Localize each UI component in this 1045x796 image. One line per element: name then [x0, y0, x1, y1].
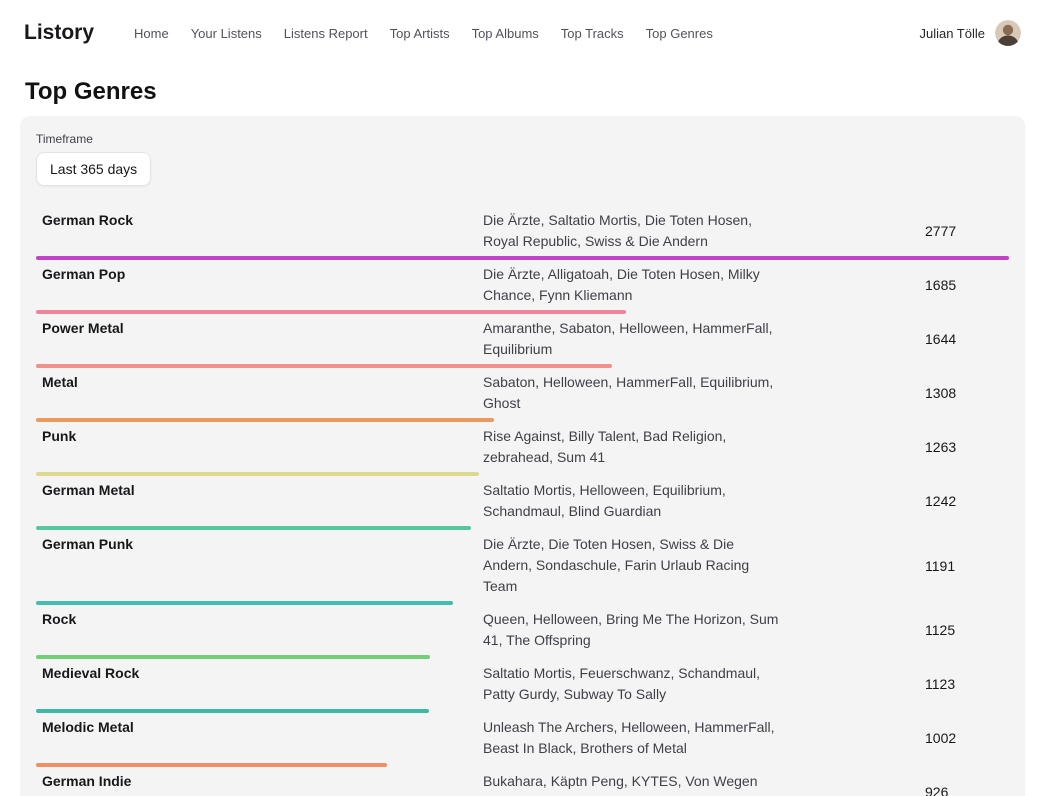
nav-link-top-albums[interactable]: Top Albums: [472, 26, 539, 41]
genre-bar: [36, 256, 1009, 260]
genre-artists: Die Ärzte, Saltatio Mortis, Die Toten Ho…: [483, 210, 783, 252]
genre-bar: [36, 472, 479, 476]
page-title: Top Genres: [25, 78, 1020, 106]
genre-name: Metal: [36, 372, 483, 393]
genre-row: German Indie Bukahara, Käptn Peng, KYTES…: [36, 769, 1009, 796]
genre-count: 926: [925, 784, 1009, 796]
genre-bar: [36, 601, 453, 605]
genre-artists: Bukahara, Käptn Peng, KYTES, Von Wegen L…: [483, 771, 783, 796]
genre-artists: Sabaton, Helloween, HammerFall, Equilibr…: [483, 372, 783, 414]
top-genres-panel: Timeframe Last 365 days German Rock Die …: [20, 116, 1025, 796]
avatar-image: [995, 20, 1021, 46]
genre-name: Rock: [36, 609, 483, 630]
genre-bar: [36, 709, 429, 713]
genre-count: 1002: [925, 730, 1009, 746]
genre-row: German Metal Saltatio Mortis, Helloween,…: [36, 478, 1009, 532]
nav-link-top-genres[interactable]: Top Genres: [646, 26, 713, 41]
genre-row: Power Metal Amaranthe, Sabaton, Hellowee…: [36, 316, 1009, 370]
genre-count: 1125: [925, 622, 1009, 638]
genre-bar: [36, 310, 626, 314]
genre-bar: [36, 418, 494, 422]
genre-artists: Die Ärzte, Die Toten Hosen, Swiss & Die …: [483, 534, 783, 597]
navbar-user-area: Julian Tölle: [919, 20, 1021, 46]
timeframe-label: Timeframe: [36, 132, 1009, 146]
navbar: Listory Home Your Listens Listens Report To…: [0, 0, 1045, 66]
nav-link-listens-report[interactable]: Listens Report: [284, 26, 368, 41]
genre-bar: [36, 364, 612, 368]
nav-link-top-artists[interactable]: Top Artists: [390, 26, 450, 41]
genre-row: Medieval Rock Saltatio Mortis, Feuerschw…: [36, 661, 1009, 715]
genre-row: German Pop Die Ärzte, Alligatoah, Die To…: [36, 262, 1009, 316]
genre-artists: Queen, Helloween, Bring Me The Horizon, …: [483, 609, 783, 651]
genre-name: German Rock: [36, 210, 483, 231]
genre-bar: [36, 655, 430, 659]
genre-name: Power Metal: [36, 318, 483, 339]
genre-name: German Metal: [36, 480, 483, 501]
genre-name: German Punk: [36, 534, 483, 555]
nav-link-your-listens[interactable]: Your Listens: [191, 26, 262, 41]
genre-name: German Indie: [36, 771, 483, 792]
genre-table: German Rock Die Ärzte, Saltatio Mortis, …: [36, 208, 1009, 796]
genre-artists: Saltatio Mortis, Feuerschwanz, Schandmau…: [483, 663, 783, 705]
genre-name: Medieval Rock: [36, 663, 483, 684]
genre-row: Melodic Metal Unleash The Archers, Hello…: [36, 715, 1009, 769]
genre-bar: [36, 763, 387, 767]
genre-count: 1123: [925, 676, 1009, 692]
page-content: Top Genres Timeframe Last 365 days Germa…: [0, 78, 1045, 796]
genre-name: Melodic Metal: [36, 717, 483, 738]
genre-count: 1308: [925, 385, 1009, 401]
genre-count: 1242: [925, 493, 1009, 509]
genre-row: Rock Queen, Helloween, Bring Me The Hori…: [36, 607, 1009, 661]
genre-name: German Pop: [36, 264, 483, 285]
user-avatar[interactable]: [995, 20, 1021, 46]
timeframe-select[interactable]: Last 365 days: [36, 152, 151, 186]
nav-link-top-tracks[interactable]: Top Tracks: [561, 26, 624, 41]
genre-row: Punk Rise Against, Billy Talent, Bad Rel…: [36, 424, 1009, 478]
genre-count: 1644: [925, 331, 1009, 347]
brand-logo[interactable]: Listory: [24, 21, 94, 45]
genre-bar: [36, 526, 471, 530]
genre-artists: Die Ärzte, Alligatoah, Die Toten Hosen, …: [483, 264, 783, 306]
genre-artists: Unleash The Archers, Helloween, HammerFa…: [483, 717, 783, 759]
nav-links: Home Your Listens Listens Report Top Artist…: [134, 26, 713, 41]
genre-count: 1191: [925, 558, 1009, 574]
genre-artists: Rise Against, Billy Talent, Bad Religion…: [483, 426, 783, 468]
nav-link-home[interactable]: Home: [134, 26, 169, 41]
genre-row: German Rock Die Ärzte, Saltatio Mortis, …: [36, 208, 1009, 262]
genre-artists: Amaranthe, Sabaton, Helloween, HammerFal…: [483, 318, 783, 360]
genre-count: 1263: [925, 439, 1009, 455]
user-name[interactable]: Julian Tölle: [919, 26, 985, 41]
genre-count: 1685: [925, 277, 1009, 293]
genre-name: Punk: [36, 426, 483, 447]
genre-count: 2777: [925, 223, 1009, 239]
genre-artists: Saltatio Mortis, Helloween, Equilibrium,…: [483, 480, 783, 522]
genre-row: Metal Sabaton, Helloween, HammerFall, Eq…: [36, 370, 1009, 424]
genre-row: German Punk Die Ärzte, Die Toten Hosen, …: [36, 532, 1009, 607]
